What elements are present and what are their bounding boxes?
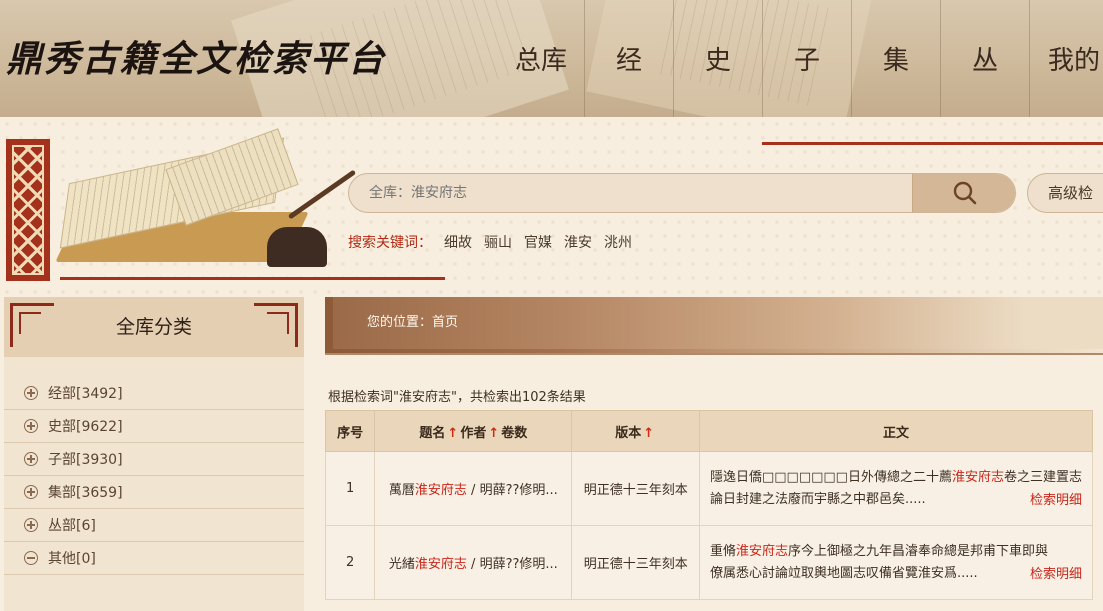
nav-item-ji[interactable]: 集 xyxy=(851,0,940,117)
category-item-zi[interactable]: 子部[3930] xyxy=(4,443,304,476)
breadcrumb-bar: 您的位置：首页 xyxy=(325,297,1103,353)
header-edition-label[interactable]: 版本 xyxy=(615,426,641,441)
table-row: 2 光緒淮安府志 / 明薛??修明... 明正德十三年刻本 重脩淮安府志序今上御… xyxy=(324,525,1094,600)
detail-link[interactable]: 检索明细 xyxy=(1023,564,1082,586)
sort-up-arrow-icon[interactable]: ↑ xyxy=(447,426,458,441)
category-label: 集部[3659] xyxy=(48,485,123,501)
sort-up-arrow-icon[interactable]: ↑ xyxy=(488,426,499,441)
category-sidebar: 全库分类 经部[3492] 史部[9622] 子部[3930] 集部[3659]… xyxy=(4,297,304,611)
keyword-link[interactable]: 骊山 xyxy=(484,235,512,251)
table-row: 1 萬曆淮安府志 / 明薛??修明... 明正德十三年刻本 隱逸日僑□□□□□□… xyxy=(324,451,1094,526)
category-label: 其他[0] xyxy=(48,551,96,567)
nav-item-all[interactable]: 总库 xyxy=(498,0,584,117)
nav-item-zi[interactable]: 子 xyxy=(762,0,851,117)
breadcrumb[interactable]: 您的位置：首页 xyxy=(367,297,458,349)
keyword-link[interactable]: 细故 xyxy=(444,235,472,251)
row-text: 隱逸日僑□□□□□□□日外傳總之二十薦淮安府志卷之三建置志 論日封建之法廢而宇縣… xyxy=(698,451,1094,526)
nav-item-shi[interactable]: 史 xyxy=(673,0,762,117)
row-index: 2 xyxy=(324,525,376,600)
category-label: 丛部[6] xyxy=(48,518,96,534)
highlight-keyword: 淮安府志 xyxy=(735,543,788,559)
book-illustration xyxy=(52,128,357,282)
search-button[interactable] xyxy=(912,174,1015,212)
keyword-link[interactable]: 官媒 xyxy=(524,235,552,251)
category-item-other[interactable]: 其他[0] xyxy=(4,542,304,575)
header-title[interactable]: 题名 xyxy=(419,426,445,441)
keyword-link[interactable]: 淮安 xyxy=(564,235,592,251)
main-nav: 总库 经 史 子 集 丛 我的 xyxy=(498,0,1103,117)
hot-keywords: 搜索关键词： 细故 骊山 官媒 淮安 洮州 xyxy=(348,232,632,252)
row-title[interactable]: 光緒淮安府志 / 明薛??修明... xyxy=(374,525,573,600)
result-summary: 根据检索词"淮安府志"，共检索出102条结果 xyxy=(328,390,586,405)
row-index: 1 xyxy=(324,451,376,526)
site-logo[interactable]: 鼎秀古籍全文检索平台 xyxy=(6,30,386,82)
row-text: 重脩淮安府志序今上御極之九年昌濬奉命總是邦甫下車即與 僚属悉心討論竝取輿地圖志叹… xyxy=(698,525,1094,600)
expand-plus-icon[interactable] xyxy=(24,452,38,466)
search-box xyxy=(348,173,1016,213)
fret-ornament xyxy=(6,139,50,281)
row-edition: 明正德十三年刻本 xyxy=(571,451,700,526)
sidebar-title: 全库分类 xyxy=(115,316,192,338)
search-banner: 高级检 搜索关键词： 细故骊山官媒淮安洮州 xyxy=(0,117,1103,297)
text-line: 隱逸日僑□□□□□□□日外傳總之二十薦淮安府志卷之三建置志 xyxy=(709,469,1082,485)
category-label: 史部[9622] xyxy=(48,419,123,435)
decor-red-line xyxy=(762,142,1103,145)
expand-plus-icon[interactable] xyxy=(24,419,38,433)
category-item-ji[interactable]: 集部[3659] xyxy=(4,476,304,509)
sidebar-header: 全库分类 xyxy=(4,297,304,357)
row-title[interactable]: 萬曆淮安府志 / 明薛??修明... xyxy=(374,451,573,526)
divider xyxy=(325,353,1103,355)
search-icon xyxy=(953,181,977,205)
results-table: 序号 题名 ↑ 作者 ↑ 卷数 版本 ↑ 正文 1 萬曆淮安府志 / 明薛??修明... … xyxy=(324,410,1094,600)
search-input[interactable] xyxy=(349,174,912,212)
header-title-author: 题名 ↑ 作者 ↑ 卷数 xyxy=(374,410,573,452)
expand-plus-icon[interactable] xyxy=(24,485,38,499)
nav-item-jing[interactable]: 经 xyxy=(584,0,673,117)
category-list: 经部[3492] 史部[9622] 子部[3930] 集部[3659] 丛部[6… xyxy=(4,377,304,575)
nav-item-mine[interactable]: 我的 xyxy=(1029,0,1103,117)
highlight-keyword: 淮安府志 xyxy=(414,557,467,572)
header-volumes: 卷数 xyxy=(501,425,528,441)
sort-up-arrow-icon[interactable]: ↑ xyxy=(643,426,654,441)
row-edition: 明正德十三年刻本 xyxy=(571,525,700,600)
category-item-jing[interactable]: 经部[3492] xyxy=(4,377,304,410)
text-line: 重脩淮安府志序今上御極之九年昌濬奉命總是邦甫下車即與 xyxy=(709,543,1049,559)
category-label: 子部[3930] xyxy=(48,452,123,468)
keyword-link[interactable]: 洮州 xyxy=(604,235,632,251)
collapse-minus-icon[interactable] xyxy=(24,551,38,565)
expand-plus-icon[interactable] xyxy=(24,386,38,400)
category-item-cong[interactable]: 丛部[6] xyxy=(4,509,304,542)
highlight-keyword: 淮安府志 xyxy=(951,469,1004,485)
header-author[interactable]: 作者 xyxy=(460,426,486,441)
keywords-label: 搜索关键词： xyxy=(348,235,432,251)
header-text: 正文 xyxy=(698,410,1094,452)
header-edition: 版本 ↑ xyxy=(571,410,700,452)
category-label: 经部[3492] xyxy=(48,386,123,402)
expand-plus-icon[interactable] xyxy=(24,518,38,532)
nav-item-cong[interactable]: 丛 xyxy=(940,0,1029,117)
detail-link[interactable]: 检索明细 xyxy=(1023,490,1082,512)
header-index: 序号 xyxy=(324,410,376,452)
category-item-shi[interactable]: 史部[9622] xyxy=(4,410,304,443)
advanced-search-button[interactable]: 高级检 xyxy=(1027,173,1103,213)
header: 鼎秀古籍全文检索平台 总库 经 史 子 集 丛 我的 xyxy=(0,0,1103,117)
highlight-keyword: 淮安府志 xyxy=(414,483,467,498)
